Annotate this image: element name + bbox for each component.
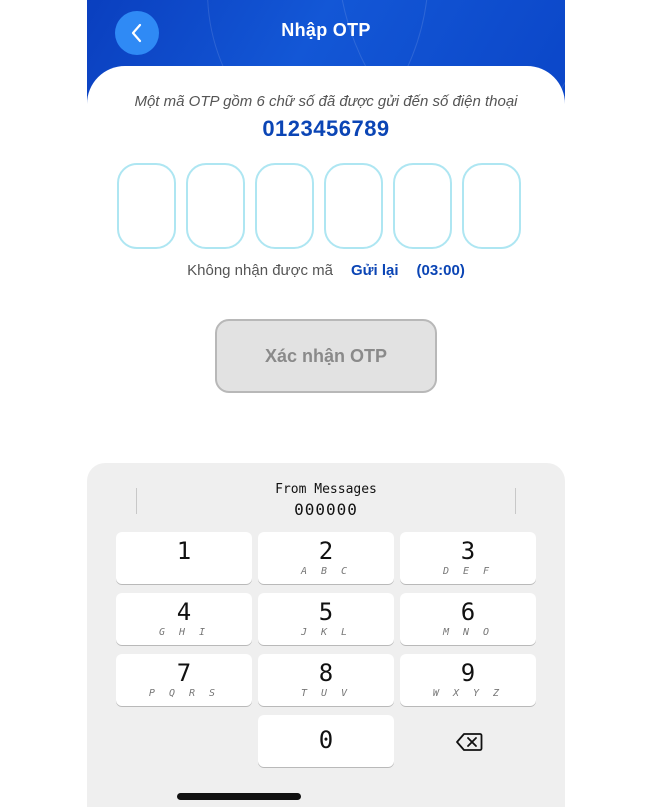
key-digit: 5 <box>318 598 334 626</box>
key-letters: J K L <box>300 627 352 638</box>
otp-digit-input[interactable] <box>393 163 452 249</box>
key-0[interactable]: 0 <box>258 715 394 767</box>
key-digit: 3 <box>460 537 476 565</box>
otp-digit-input[interactable] <box>117 163 176 249</box>
phone-number: 0123456789 <box>262 116 390 141</box>
resend-link[interactable]: Gửi lại <box>351 262 399 279</box>
otp-input-group <box>117 163 521 249</box>
numeric-keyboard: From Messages 000000 1 2 A B C 3 D E F 4… <box>87 463 565 807</box>
key-2[interactable]: 2 A B C <box>258 532 394 584</box>
key-letters: W X Y Z <box>432 688 504 699</box>
key-3[interactable]: 3 D E F <box>400 532 536 584</box>
suggestion-source: From Messages <box>275 482 377 497</box>
otp-digit-input[interactable] <box>462 163 521 249</box>
key-letters: A B C <box>300 566 352 577</box>
key-digit: 8 <box>318 659 334 687</box>
key-digit: 2 <box>318 537 334 565</box>
key-digit: 0 <box>318 726 334 754</box>
not-received-label: Không nhận được mã <box>187 262 333 279</box>
otp-autofill-suggestion[interactable]: From Messages 000000 <box>87 482 565 519</box>
otp-digit-input[interactable] <box>255 163 314 249</box>
otp-digit-input[interactable] <box>324 163 383 249</box>
otp-digit-input[interactable] <box>186 163 245 249</box>
otp-screen: Nhập OTP Một mã OTP gồm 6 chữ số đã được… <box>87 0 565 807</box>
resend-row: Không nhận được mã Gửi lại (03:00) <box>87 262 565 279</box>
key-9[interactable]: 9 W X Y Z <box>400 654 536 706</box>
key-5[interactable]: 5 J K L <box>258 593 394 645</box>
page-title: Nhập OTP <box>281 20 371 40</box>
key-letters: M N O <box>442 627 494 638</box>
home-indicator[interactable] <box>177 793 301 800</box>
key-4[interactable]: 4 G H I <box>116 593 252 645</box>
backspace-icon <box>456 733 483 751</box>
key-digit: 6 <box>460 598 476 626</box>
key-letters: D E F <box>442 566 494 577</box>
key-letters: G H I <box>158 627 210 638</box>
key-digit: 9 <box>460 659 476 687</box>
key-1[interactable]: 1 <box>116 532 252 584</box>
suggestion-code: 000000 <box>294 500 358 519</box>
key-letters: T U V <box>300 688 352 699</box>
countdown-timer: (03:00) <box>416 262 465 279</box>
confirm-otp-button[interactable]: Xác nhận OTP <box>215 319 437 393</box>
key-7[interactable]: 7 P Q R S <box>116 654 252 706</box>
key-6[interactable]: 6 M N O <box>400 593 536 645</box>
key-8[interactable]: 8 T U V <box>258 654 394 706</box>
delete-key[interactable] <box>444 717 494 767</box>
key-digit: 1 <box>176 537 192 565</box>
key-digit: 4 <box>176 598 192 626</box>
otp-description: Một mã OTP gồm 6 chữ số đã được gửi đến … <box>134 93 518 110</box>
key-letters: P Q R S <box>148 688 220 699</box>
key-digit: 7 <box>176 659 192 687</box>
